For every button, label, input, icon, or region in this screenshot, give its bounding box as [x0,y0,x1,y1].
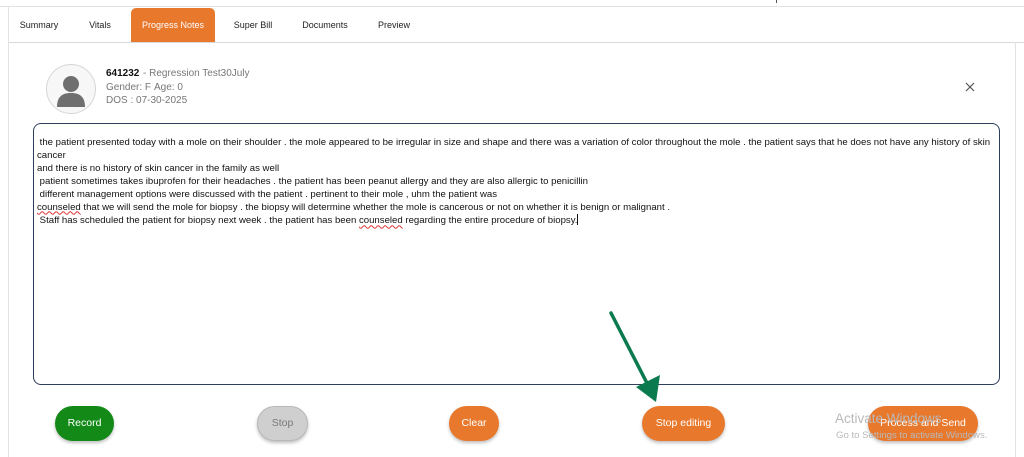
patient-id: 641232 [106,68,140,79]
patient-gender: Gender: F [106,82,152,93]
tab-bar: Summary Vitals Progress Notes Super Bill… [8,0,1024,43]
note-line: the patient presented today with a mole … [37,137,993,161]
note-line: patient sometimes takes ibuprofen for th… [37,175,588,187]
tab-vitals[interactable]: Vitals [76,8,124,42]
clear-button[interactable]: Clear [449,406,499,441]
tab-documents[interactable]: Documents [292,8,358,42]
stop-button[interactable]: Stop [257,406,308,441]
tab-summary[interactable]: Summary [8,8,70,42]
stop-editing-button[interactable]: Stop editing [642,406,725,441]
user-silhouette-icon [57,76,85,107]
progress-note-text[interactable]: the patient presented today with a mole … [37,137,992,228]
tab-super-bill[interactable]: Super Bill [222,8,284,42]
activate-windows-subtitle: Go to Settings to activate Windows. [836,430,988,441]
spellcheck-word[interactable]: counseled [37,202,81,213]
card-left-border [8,42,9,457]
note-line: different management options were discus… [37,188,498,200]
note-line: that we will send the mole for biopsy . … [80,201,671,213]
card-right-border [1015,42,1016,457]
activate-windows-title: Activate Windows [835,411,942,426]
note-line: Staff has scheduled the patient for biop… [37,215,359,227]
record-button[interactable]: Record [55,406,114,441]
progress-note-editor[interactable]: the patient presented today with a mole … [33,123,1000,385]
patient-age: Age: 0 [154,82,183,93]
note-line: and there is no history of skin cancer i… [37,162,280,174]
note-line: regarding the entire procedure of biopsy… [402,215,578,227]
patient-dos: DOS : 07-30-2025 [106,95,188,106]
tab-progress-notes[interactable]: Progress Notes [131,8,215,42]
avatar [46,64,96,114]
text-caret [577,214,579,226]
tab-preview[interactable]: Preview [368,8,420,42]
spellcheck-word[interactable]: counseled [359,215,403,226]
patient-name: - Regression Test30July [143,68,250,79]
close-icon[interactable] [962,79,978,95]
